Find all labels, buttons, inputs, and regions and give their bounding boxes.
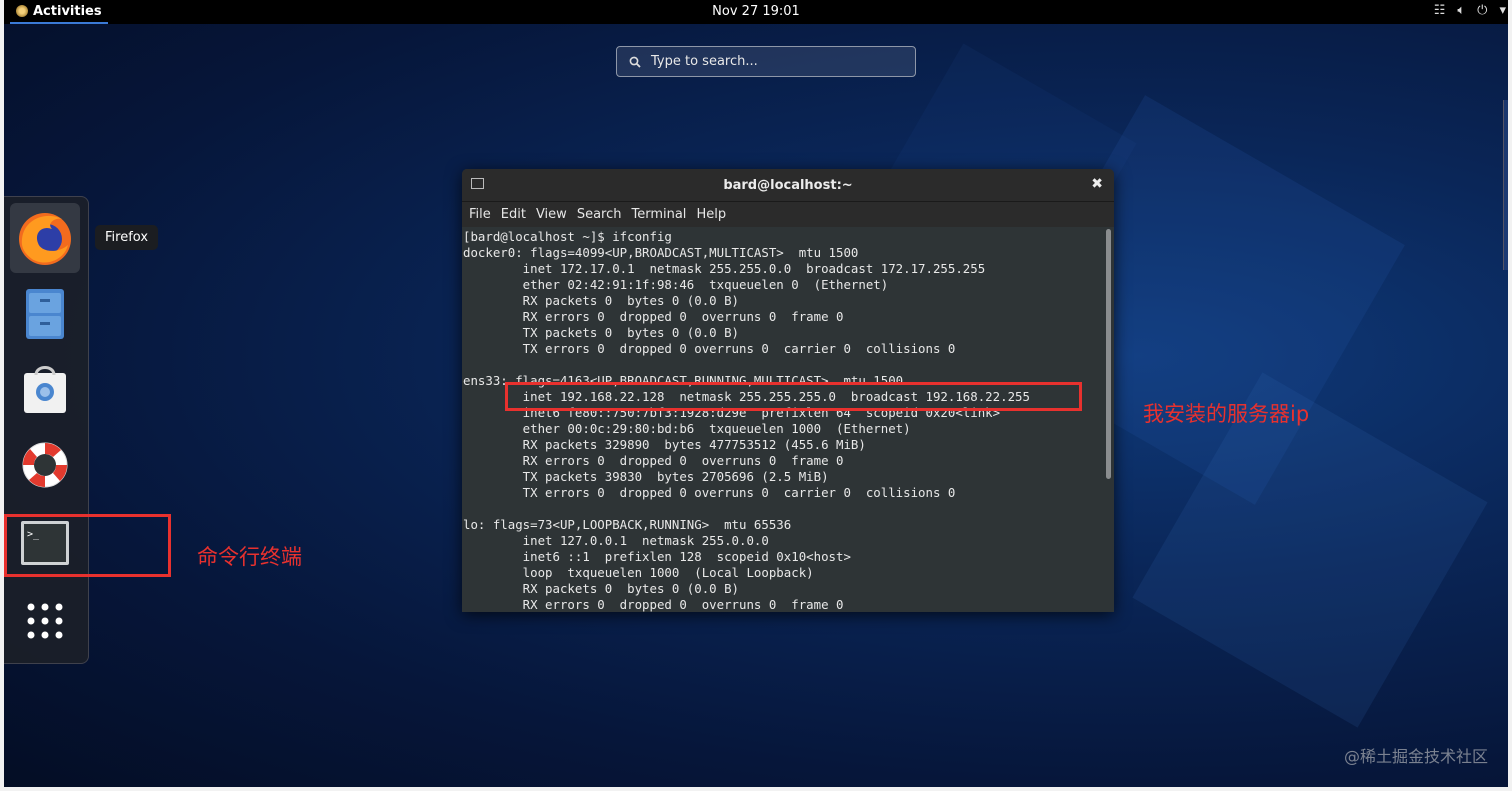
- dash: >_: [4, 196, 89, 664]
- menu-terminal[interactable]: Terminal: [626, 207, 691, 222]
- search-input[interactable]: Type to search...: [616, 46, 916, 77]
- chevron-down-icon[interactable]: ▾: [1499, 3, 1506, 18]
- dash-tooltip: Firefox: [95, 225, 159, 250]
- workspace-thumbnail[interactable]: [1503, 100, 1512, 270]
- network-icon[interactable]: ☷: [1434, 3, 1446, 18]
- grid-icon: [27, 603, 63, 639]
- menu-file[interactable]: File: [464, 207, 496, 222]
- show-applications-button[interactable]: [10, 586, 80, 656]
- volume-icon[interactable]: 🔈︎: [1457, 3, 1465, 18]
- clock[interactable]: Nov 27 19:01: [0, 4, 1512, 19]
- terminal-output-area[interactable]: [bard@localhost ~]$ ifconfig docker0: fl…: [462, 227, 1104, 612]
- firefox-icon: [19, 213, 71, 265]
- watermark: @稀土掘金技术社区: [1343, 747, 1488, 766]
- terminal-output: [bard@localhost ~]$ ifconfig docker0: fl…: [463, 229, 1030, 612]
- menu-view[interactable]: View: [531, 207, 572, 222]
- server-ip-note: 我安装的服务器ip: [1143, 402, 1310, 426]
- terminal-window-icon: [471, 178, 484, 189]
- dash-item-software[interactable]: [10, 353, 80, 423]
- power-icon[interactable]: ⏻: [1477, 3, 1487, 18]
- dash-item-files[interactable]: [10, 279, 80, 349]
- search-placeholder: Type to search...: [651, 54, 758, 69]
- lifebuoy-icon: [22, 442, 68, 488]
- menu-help[interactable]: Help: [691, 207, 731, 222]
- menu-search[interactable]: Search: [572, 207, 627, 222]
- terminal-highlight-box: [4, 514, 171, 577]
- menu-edit[interactable]: Edit: [496, 207, 531, 222]
- server-ip-highlight-box: [505, 382, 1082, 411]
- terminal-scrollbar[interactable]: [1106, 229, 1111, 479]
- file-cabinet-icon: [26, 289, 64, 339]
- terminal-title: bard@localhost:~: [723, 177, 853, 193]
- dash-item-help[interactable]: [10, 430, 80, 500]
- terminal-note: 命令行终端: [197, 545, 302, 569]
- shopping-bag-icon: [24, 366, 66, 413]
- search-icon: [629, 56, 641, 68]
- terminal-titlebar[interactable]: bard@localhost:~ ✖: [462, 169, 1114, 202]
- top-bar: Activities Nov 27 19:01 ☷ 🔈︎ ⏻ ▾: [0, 0, 1512, 24]
- system-indicators[interactable]: ☷ 🔈︎ ⏻ ▾: [1434, 3, 1506, 18]
- terminal-menubar: File Edit View Search Terminal Help: [462, 202, 1114, 227]
- close-icon[interactable]: ✖: [1091, 176, 1103, 192]
- dash-item-firefox[interactable]: [10, 203, 80, 273]
